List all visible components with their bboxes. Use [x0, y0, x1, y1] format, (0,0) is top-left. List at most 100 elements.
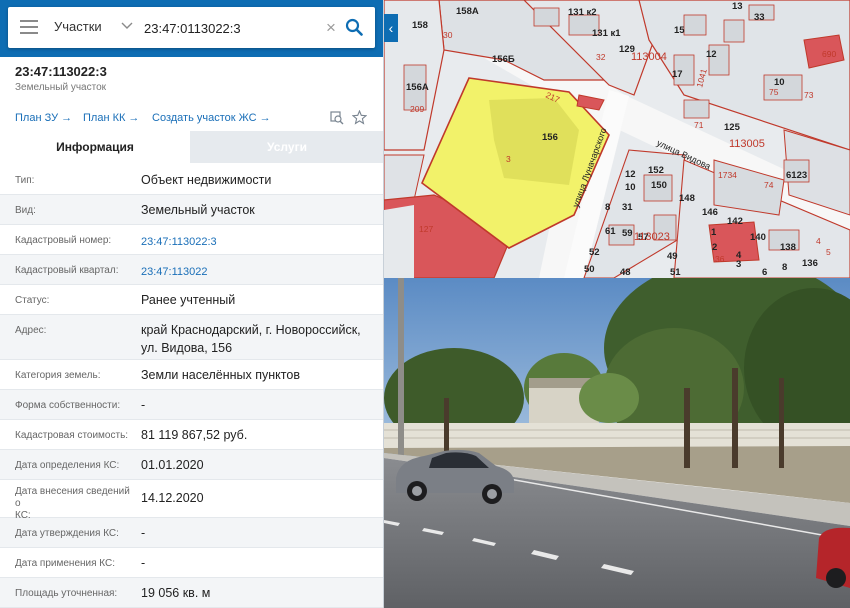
arrow-right-icon: →: [61, 112, 73, 124]
svg-text:136: 136: [802, 258, 818, 269]
attribute-row: Тип: Объект недвижимости: [0, 165, 383, 195]
attribute-value: -: [141, 526, 146, 540]
create-zhs-link[interactable]: Создать участок ЖС →: [152, 112, 271, 124]
attribute-label: Дата утверждения КС:: [15, 528, 119, 539]
attribute-row: Кадастровый номер: 23:47:113022:3: [0, 225, 383, 255]
svg-text:150: 150: [651, 180, 667, 191]
attribute-label: Адрес:: [15, 325, 47, 336]
attribute-value: Ранее учтенный: [141, 293, 236, 307]
svg-text:148: 148: [679, 193, 695, 204]
attribute-row: Дата внесения сведений о КС: 14.12.2020: [0, 480, 383, 521]
attribute-value: Объект недвижимости: [141, 173, 272, 187]
attribute-value: край Краснодарский, г. Новороссийск, ул. …: [141, 321, 377, 357]
search-bar: Участки ×: [0, 0, 383, 57]
map-canvas[interactable]: 158158А 131 к2131 к1 129151333 156Б156А17…: [384, 0, 850, 278]
attribute-value: Земли населённых пунктов: [141, 368, 300, 382]
svg-text:146: 146: [702, 207, 718, 218]
plan-kk-link[interactable]: План КК →: [83, 112, 139, 124]
svg-text:3: 3: [736, 259, 741, 270]
attribute-value: 19 056 кв. м: [141, 586, 211, 600]
attribute-label: Статус:: [15, 295, 50, 306]
attribute-value: 01.01.2020: [141, 458, 204, 472]
quarter-label-113023: 113023: [634, 231, 670, 243]
svg-text:17: 17: [672, 69, 683, 80]
svg-text:4: 4: [816, 236, 821, 246]
svg-text:36: 36: [715, 254, 725, 264]
svg-text:152: 152: [648, 165, 664, 176]
svg-text:33: 33: [754, 12, 765, 23]
svg-text:15: 15: [674, 25, 685, 36]
svg-text:158: 158: [412, 20, 428, 31]
svg-text:125: 125: [724, 122, 741, 133]
svg-text:71: 71: [694, 120, 704, 130]
svg-text:1: 1: [711, 227, 717, 238]
star-icon[interactable]: [352, 110, 367, 125]
attribute-label: Кадастровый квартал:: [15, 265, 119, 276]
plan-zu-link[interactable]: План ЗУ →: [15, 112, 72, 124]
svg-text:142: 142: [727, 216, 743, 227]
svg-text:127: 127: [419, 224, 433, 234]
attribute-label: Дата определения КС:: [15, 460, 120, 471]
attribute-label: Кадастровая стоимость:: [15, 430, 129, 441]
svg-text:30: 30: [443, 30, 453, 40]
attribute-row: Дата утверждения КС: -: [0, 518, 383, 548]
svg-text:156Б: 156Б: [492, 54, 515, 65]
attribute-row: Дата определения КС: 01.01.2020: [0, 450, 383, 480]
attribute-value-link[interactable]: 23:47:113022:3: [141, 233, 377, 251]
search-input[interactable]: [144, 15, 324, 41]
svg-text:156А: 156А: [406, 82, 429, 93]
attribute-row: Адрес: край Краснодарский, г. Новороссийс…: [0, 315, 383, 360]
map-search-icon[interactable]: [330, 111, 344, 125]
svg-text:74: 74: [764, 180, 774, 190]
svg-text:61: 61: [605, 226, 616, 237]
svg-text:209: 209: [410, 104, 424, 114]
street-view-canvas[interactable]: [384, 278, 850, 608]
svg-text:8: 8: [782, 262, 787, 273]
attribute-label: Форма собственности:: [15, 400, 121, 411]
svg-text:12: 12: [706, 49, 717, 60]
tab-services[interactable]: Услуги: [190, 131, 383, 163]
svg-text:12: 12: [625, 169, 636, 180]
tab-bar: Информация Услуги: [0, 131, 383, 163]
cadastral-map[interactable]: 158 158А 131 к2 131 к1 129 15 13 33 156Б 156А 17…: [384, 0, 850, 278]
quarter-label-113005: 113005: [729, 138, 765, 150]
tab-information[interactable]: Информация: [0, 131, 190, 163]
menu-icon[interactable]: [20, 20, 38, 34]
create-zhs-label: Создать участок ЖС: [152, 112, 257, 124]
svg-text:10: 10: [625, 182, 636, 193]
svg-text:52: 52: [589, 247, 600, 258]
search-box: Участки ×: [8, 7, 375, 48]
chevron-down-icon[interactable]: [121, 21, 133, 31]
attribute-row: Категория земель: Земли населённых пункто…: [0, 360, 383, 390]
clear-icon[interactable]: ×: [326, 19, 336, 36]
cadastral-map-app: Участки × 23:47:113022:3 Земельный участ…: [0, 0, 850, 608]
svg-text:73: 73: [804, 90, 814, 100]
svg-text:75: 75: [769, 87, 779, 97]
svg-text:1734: 1734: [718, 170, 737, 180]
media-panel: 158 158А 131 к2 131 к1 129 15 13 33 156Б 156А 17…: [384, 0, 850, 608]
collapse-panel-button[interactable]: ‹: [384, 14, 398, 42]
svg-text:13: 13: [732, 1, 743, 12]
attribute-row: Кадастровый квартал: 23:47:113022: [0, 255, 383, 285]
attribute-value-link[interactable]: 23:47:113022: [141, 263, 377, 281]
attribute-value: 14.12.2020: [141, 491, 204, 505]
svg-text:6: 6: [762, 267, 767, 278]
attribute-label: Вид:: [15, 205, 36, 216]
svg-text:50: 50: [584, 264, 595, 275]
attribute-value-line: край Краснодарский, г. Новороссийск,: [141, 323, 361, 337]
attribute-row: Статус: Ранее учтенный: [0, 285, 383, 315]
svg-text:5: 5: [826, 247, 831, 257]
attribute-row: Форма собственности: -: [0, 390, 383, 420]
attribute-value: 81 119 867,52 руб.: [141, 428, 248, 442]
street-view-photo[interactable]: [384, 278, 850, 608]
quarter-label-113004: 113004: [631, 51, 667, 63]
svg-text:31: 31: [622, 202, 633, 213]
attribute-label: Тип:: [15, 175, 35, 186]
plan-kk-label: План КК: [83, 112, 126, 124]
svg-text:690: 690: [822, 49, 836, 59]
info-panel: Участки × 23:47:113022:3 Земельный участ…: [0, 0, 384, 608]
attribute-label: Дата применения КС:: [15, 558, 116, 569]
attribute-label-line: Дата внесения сведений о: [15, 486, 130, 509]
attribute-label: Категория земель:: [15, 370, 101, 381]
search-icon[interactable]: [345, 18, 363, 36]
